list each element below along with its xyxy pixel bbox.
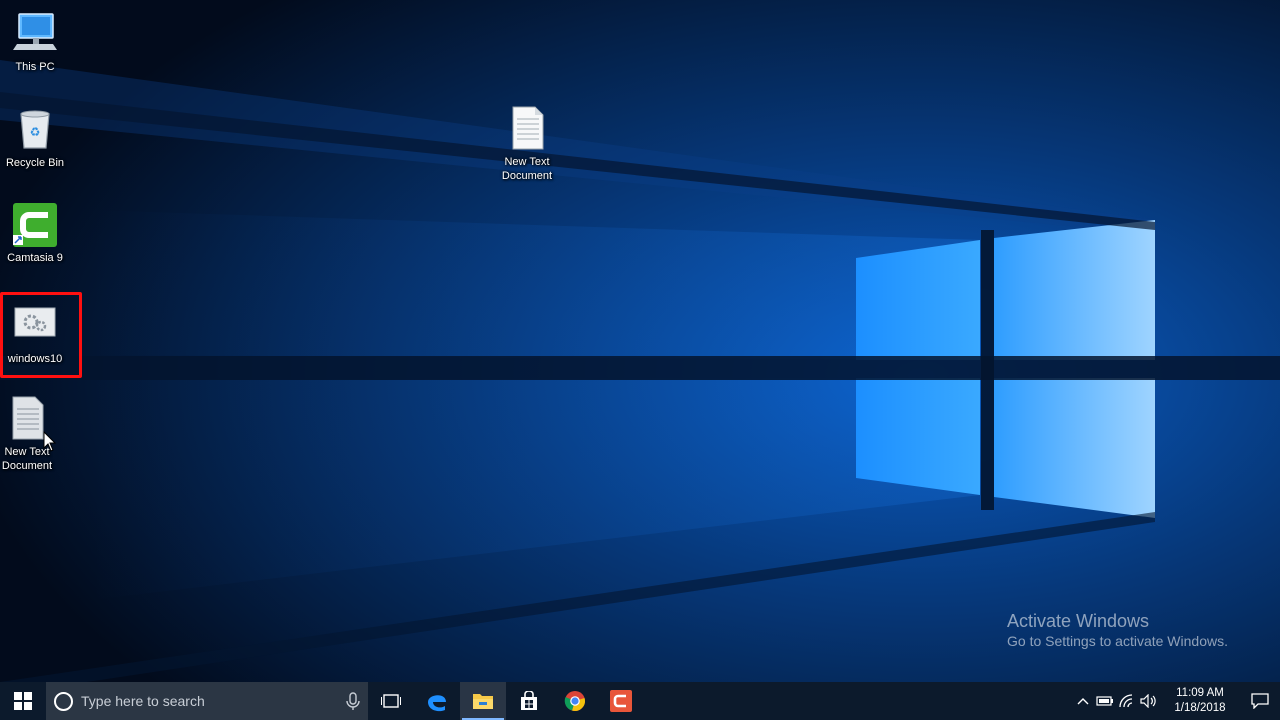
text-file-icon bbox=[503, 105, 551, 153]
desktop-icon-label: windows10 bbox=[7, 353, 63, 365]
settings-file-icon bbox=[11, 302, 59, 350]
taskbar: Type here to search 11:09 AM 1/18/2018 bbox=[0, 682, 1280, 720]
watermark-subtitle: Go to Settings to activate Windows. bbox=[1007, 633, 1228, 649]
file-explorer-icon bbox=[473, 694, 493, 709]
store-icon bbox=[521, 691, 537, 710]
notification-icon bbox=[1251, 693, 1269, 709]
search-placeholder: Type here to search bbox=[81, 693, 205, 709]
desktop-icon-new-text-document-center[interactable]: New Text Document bbox=[489, 105, 565, 183]
desktop-icon-windows10[interactable]: windows10 bbox=[0, 302, 73, 366]
taskbar-edge[interactable] bbox=[414, 682, 460, 720]
desktop-icon-recycle-bin[interactable]: ♻ Recycle Bin bbox=[0, 106, 73, 170]
start-button[interactable] bbox=[0, 682, 46, 720]
system-tray: 11:09 AM 1/18/2018 bbox=[1072, 682, 1280, 720]
activate-windows-watermark: Activate Windows Go to Settings to activ… bbox=[1007, 611, 1228, 651]
task-view-button[interactable] bbox=[368, 682, 414, 720]
desktop-icon-label: Recycle Bin bbox=[5, 157, 65, 169]
recycle-bin-icon: ♻ bbox=[11, 106, 59, 154]
battery-icon[interactable] bbox=[1094, 682, 1116, 720]
desktop-icon-this-pc[interactable]: This PC bbox=[0, 10, 73, 74]
desktop-icon-camtasia[interactable]: Camtasia 9 bbox=[0, 201, 73, 265]
taskbar-chrome[interactable] bbox=[552, 682, 598, 720]
clock-date: 1/18/2018 bbox=[1174, 702, 1226, 714]
microphone-icon[interactable] bbox=[338, 691, 368, 711]
taskbar-store[interactable] bbox=[506, 682, 552, 720]
chrome-icon bbox=[564, 691, 585, 711]
network-wifi-icon[interactable] bbox=[1116, 682, 1138, 720]
task-view-icon bbox=[381, 694, 401, 708]
clock-time: 11:09 AM bbox=[1176, 687, 1224, 699]
desktop-icon-label: Camtasia 9 bbox=[7, 252, 63, 264]
windows-logo-icon bbox=[14, 692, 32, 710]
taskbar-camtasia[interactable] bbox=[598, 682, 644, 720]
show-hidden-icons-chevron-up-icon[interactable] bbox=[1072, 682, 1094, 720]
volume-speaker-icon[interactable] bbox=[1138, 682, 1160, 720]
computer-icon bbox=[11, 10, 59, 58]
camtasia-icon bbox=[610, 690, 632, 712]
taskbar-clock[interactable]: 11:09 AM 1/18/2018 bbox=[1168, 686, 1232, 716]
desktop-icon-label: This PC bbox=[15, 61, 55, 73]
camtasia-icon bbox=[11, 201, 59, 249]
mouse-pointer-icon bbox=[43, 431, 57, 452]
taskbar-file-explorer[interactable] bbox=[460, 682, 506, 720]
edge-icon bbox=[428, 695, 446, 712]
desktop-icon-label: New Text Document bbox=[501, 156, 553, 182]
cortana-icon bbox=[54, 691, 73, 711]
action-center-button[interactable] bbox=[1240, 682, 1280, 720]
desktop-wallpaper bbox=[0, 0, 1280, 682]
taskbar-search-box[interactable]: Type here to search bbox=[46, 682, 368, 720]
watermark-title: Activate Windows bbox=[1007, 611, 1150, 631]
svg-text:♻: ♻ bbox=[30, 125, 41, 139]
